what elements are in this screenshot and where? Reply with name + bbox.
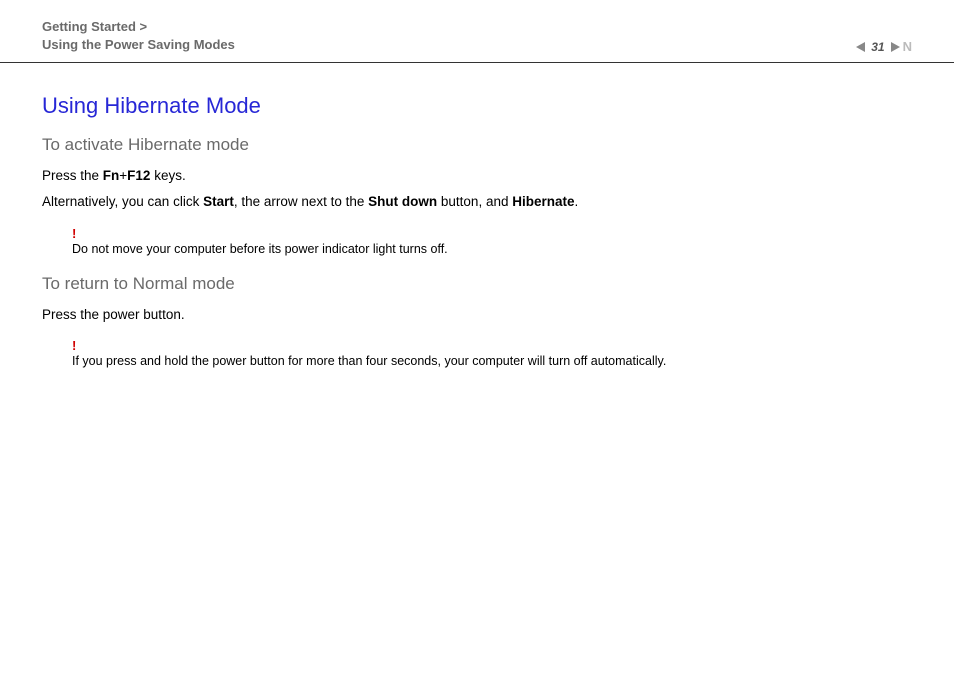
main-heading: Using Hibernate Mode: [42, 93, 912, 119]
page-nav: 31 N: [856, 39, 912, 54]
breadcrumb-line-2[interactable]: Using the Power Saving Modes: [42, 36, 235, 54]
instruction-alternative: Alternatively, you can click Start, the …: [42, 191, 912, 213]
warning-icon: !: [72, 339, 912, 352]
prev-page-icon[interactable]: [856, 42, 865, 52]
breadcrumb-line-1[interactable]: Getting Started >: [42, 18, 235, 36]
warning-icon: !: [72, 227, 912, 240]
warning-block-1: ! Do not move your computer before its p…: [72, 227, 912, 258]
next-page-icon[interactable]: [891, 42, 900, 52]
page-content: Using Hibernate Mode To activate Hiberna…: [0, 63, 954, 410]
warning-text: Do not move your computer before its pow…: [72, 242, 448, 256]
text-fragment: keys.: [150, 168, 185, 183]
warning-text: If you press and hold the power button f…: [72, 354, 666, 368]
section-heading-return: To return to Normal mode: [42, 274, 912, 294]
text-fragment: +: [119, 168, 127, 183]
text-fragment: , the arrow next to the: [234, 194, 368, 209]
nav-letter: N: [903, 39, 912, 54]
ui-reference: Start: [203, 194, 234, 209]
text-fragment: .: [575, 194, 579, 209]
page-number: 31: [871, 40, 884, 54]
key-label: F12: [127, 168, 150, 183]
section-heading-activate: To activate Hibernate mode: [42, 135, 912, 155]
page-header: Getting Started > Using the Power Saving…: [0, 0, 954, 63]
ui-reference: Shut down: [368, 194, 437, 209]
text-fragment: button, and: [437, 194, 512, 209]
ui-reference: Hibernate: [512, 194, 574, 209]
instruction-keys: Press the Fn+F12 keys.: [42, 165, 912, 187]
text-fragment: Press the: [42, 168, 103, 183]
key-label: Fn: [103, 168, 120, 183]
warning-block-2: ! If you press and hold the power button…: [72, 339, 912, 370]
text-fragment: Alternatively, you can click: [42, 194, 203, 209]
breadcrumb: Getting Started > Using the Power Saving…: [42, 18, 235, 54]
instruction-power-button: Press the power button.: [42, 304, 912, 326]
